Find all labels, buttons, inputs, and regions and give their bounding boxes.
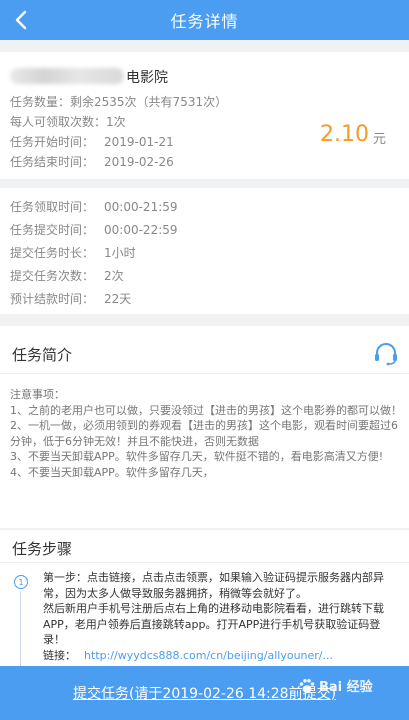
claim-time-value: 00:00-21:59 <box>104 200 178 214</box>
end-time-row: 任务结束时间： 2019-02-26 <box>10 153 174 170</box>
start-time-label: 任务开始时间： <box>10 135 95 149</box>
nav-bar: 任务详情 <box>0 0 409 40</box>
step-link[interactable]: http://wyydcs888.com/cn/beijing/allyoune… <box>84 649 333 662</box>
intro-divider <box>0 373 409 374</box>
step-line: 然后新用户手机号注册后点右上角的进移动电影院看看，进行跳转下载APP，老用户领券… <box>43 602 384 647</box>
submit-time-value: 00:00-22:59 <box>104 223 178 237</box>
settle-time-value: 22天 <box>104 292 132 306</box>
quantity-row: 任务数量：剩余2535次（共有7531次） <box>10 93 227 110</box>
duration-label: 提交任务时长： <box>10 246 95 260</box>
headset-icon[interactable] <box>373 342 399 366</box>
note-line: 3、不要当天卸载APP。软件多留存几天，软件挺不错的，看电影高清又方便! <box>10 450 384 464</box>
chevron-left-icon <box>15 10 27 30</box>
price-unit: 元 <box>373 132 387 147</box>
note-line: 2、一机一做，必须用领到的券观看【进击的男孩】这个电影，观看时间要超过6分钟，低… <box>10 419 398 448</box>
start-time-value: 2019-01-21 <box>104 135 174 149</box>
intro-title: 任务简介 <box>12 346 73 364</box>
note-line: 注意事项： <box>10 388 65 401</box>
per-user-label: 每人可领取次数： <box>10 115 107 129</box>
step-number-badge: 1 <box>14 575 28 589</box>
duration-row: 提交任务时长： 1小时 <box>10 244 136 261</box>
steps-title: 任务步骤 <box>12 540 73 558</box>
submit-task-label: 提交任务(请于2019-02-26 14:28前提交) <box>72 686 337 702</box>
step-timeline <box>20 591 21 671</box>
watermark: Bai 经验 <box>298 676 373 695</box>
cinema-name-redacted <box>10 68 124 84</box>
step-content: 第一步：点击链接，点击点击领票，如果输入验证码提示服务器内部异常，因为太多人做导… <box>43 570 399 664</box>
quantity-value: 剩余2535次（共有7531次） <box>70 95 228 109</box>
submit-count-row: 提交任务次数： 2次 <box>10 267 124 284</box>
submit-count-label: 提交任务次数： <box>10 269 95 283</box>
note-line: 4、不要当天卸载APP。软件多留存几天， <box>10 465 214 479</box>
per-user-value: 1次 <box>106 115 126 129</box>
paw-icon <box>299 679 315 693</box>
settle-time-row: 预计结款时间： 22天 <box>10 290 131 307</box>
quantity-label: 任务数量： <box>10 95 71 109</box>
claim-time-row: 任务领取时间： 00:00-21:59 <box>10 198 178 215</box>
step-link-label: 链接： <box>43 648 76 662</box>
intro-notes: 注意事项： 1、之前的老用户也可以做，只要没领过【进击的男孩】这个电影券的都可以… <box>10 387 402 481</box>
step-line: 第一步：点击链接，点击点击领票，如果输入验证码提示服务器内部异常，因为太多人做导… <box>43 571 384 600</box>
steps-divider <box>0 562 409 563</box>
end-time-value: 2019-02-26 <box>104 155 174 169</box>
note-line: 1、之前的老用户也可以做，只要没领过【进击的男孩】这个电影券的都可以做！ <box>10 403 402 417</box>
submit-time-row: 任务提交时间： 00:00-22:59 <box>10 221 178 238</box>
claim-time-label: 任务领取时间： <box>10 200 95 214</box>
start-time-row: 任务开始时间： 2019-01-21 <box>10 133 174 150</box>
duration-value: 1小时 <box>104 246 136 260</box>
back-button[interactable] <box>6 5 36 35</box>
settle-time-label: 预计结款时间： <box>10 292 95 306</box>
step-link-row: 链接： http://wyydcs888.com/cn/beijing/allyo… <box>43 648 399 664</box>
page-title: 任务详情 <box>170 12 239 31</box>
submit-count-value: 2次 <box>104 269 124 283</box>
task-price: 2.10 <box>320 122 369 147</box>
per-user-row: 每人可领取次数：1次 <box>10 113 126 130</box>
end-time-label: 任务结束时间： <box>10 155 95 169</box>
watermark-text: Bai 经验 <box>319 680 373 695</box>
cinema-name: 电影院 <box>126 70 168 86</box>
submit-time-label: 任务提交时间： <box>10 223 95 237</box>
